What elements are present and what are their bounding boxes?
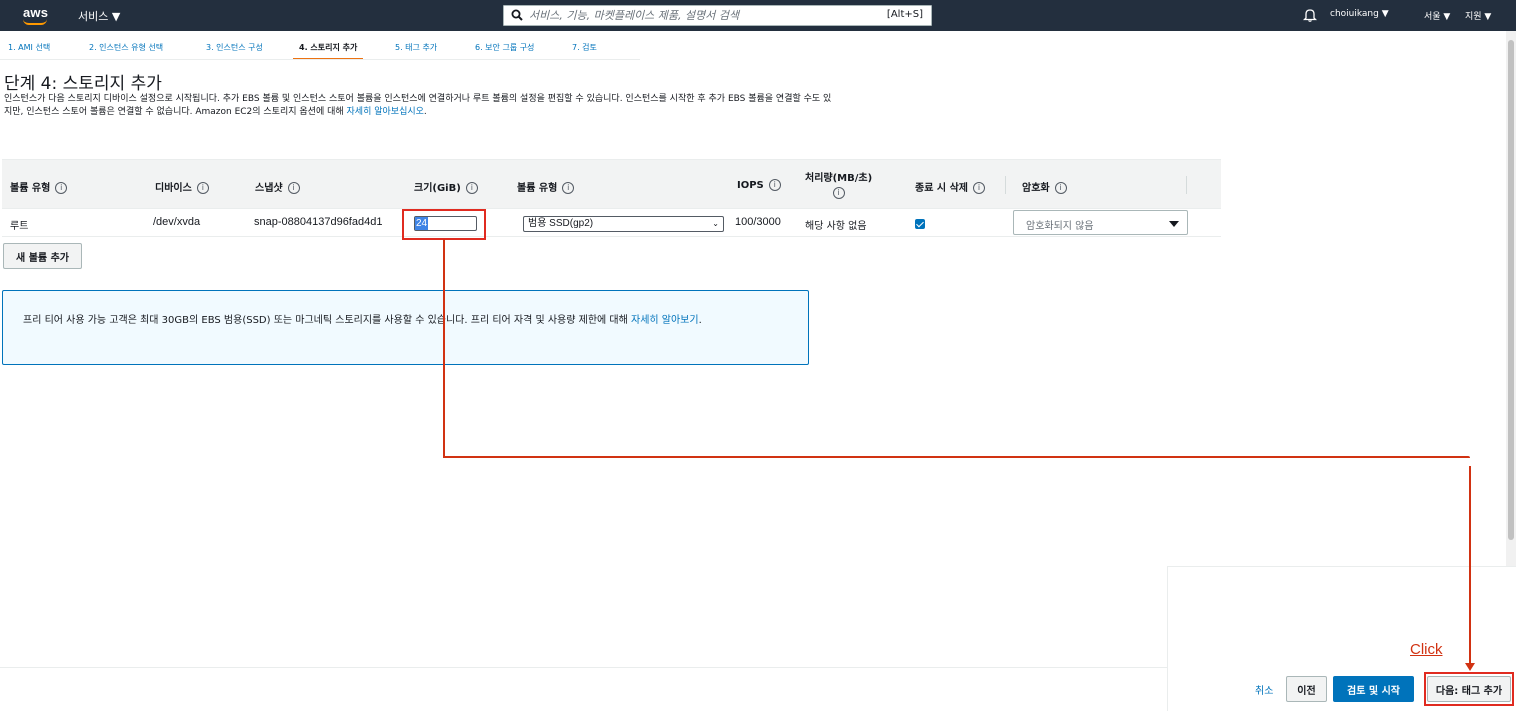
encryption-value: 암호화되지 않음	[1026, 221, 1094, 232]
tab-instance-type[interactable]: 2. 인스턴스 유형 선택	[83, 38, 169, 60]
header-separator	[1005, 176, 1006, 194]
annotation-arrow-icon	[1465, 663, 1475, 671]
tab-ami[interactable]: 1. AMI 선택	[2, 38, 56, 60]
header-label: IOPS	[737, 180, 764, 191]
footer-divider	[0, 667, 1168, 668]
aws-logo[interactable]: aws	[22, 5, 52, 25]
annotation-connector	[443, 456, 1470, 458]
header-label: 처리량(MB/초)	[805, 173, 873, 184]
info-icon[interactable]: i	[465, 182, 478, 194]
annotation-connector	[1469, 466, 1471, 664]
search-input[interactable]	[529, 7, 879, 24]
wizard-divider	[0, 59, 640, 60]
info-icon[interactable]: i	[832, 187, 845, 199]
info-icon[interactable]: i	[768, 179, 781, 191]
header-label: 볼륨 유형	[517, 183, 558, 194]
header-separator	[1186, 176, 1187, 194]
cell-iops: 100/3000	[735, 216, 781, 228]
free-tier-learn-more-link[interactable]: 자세히 알아보기	[631, 315, 699, 326]
bell-icon[interactable]	[1303, 8, 1317, 22]
aws-smile-icon	[23, 19, 47, 25]
header-volume-type: 볼륨 유형 i	[10, 179, 68, 194]
info-icon[interactable]: i	[55, 182, 68, 194]
header-size: 크기(GiB) i	[414, 179, 478, 194]
header-snapshot: 스냅샷 i	[255, 179, 300, 194]
volume-type-value: 범용 SSD(gp2)	[528, 218, 594, 229]
header-device: 디바이스 i	[155, 179, 209, 194]
header-label: 종료 시 삭제	[915, 183, 968, 194]
top-nav: aws 서비스 ▼ [Alt+S] choiuikang ▼ 서울 ▼ 지원 ▼	[0, 0, 1516, 31]
support-menu[interactable]: 지원 ▼	[1465, 9, 1491, 22]
tab-configure[interactable]: 3. 인스턴스 구성	[200, 38, 269, 60]
free-tier-info-text: 프리 티어 사용 가능 고객은 최대 30GB의 EBS 범용(SSD) 또는 …	[23, 313, 793, 328]
previous-button[interactable]: 이전	[1286, 676, 1327, 702]
search-shortcut: [Alt+S]	[886, 9, 923, 20]
tab-storage[interactable]: 4. 스토리지 추가	[293, 38, 364, 60]
learn-more-link[interactable]: 자세히 알아보십시오	[347, 107, 424, 117]
header-label: 볼륨 유형	[10, 183, 51, 194]
info-text-body: 프리 티어 사용 가능 고객은 최대 30GB의 EBS 범용(SSD) 또는 …	[23, 315, 631, 326]
header-label: 스냅샷	[255, 183, 283, 194]
review-and-launch-button[interactable]: 검토 및 시작	[1333, 676, 1414, 702]
table-row: 루트 /dev/xvda snap-08804137d96fad4d1 24 범…	[2, 209, 1221, 237]
cancel-link[interactable]: 취소	[1255, 682, 1273, 697]
header-label: 암호화	[1022, 183, 1050, 194]
header-delete-on-termination: 종료 시 삭제 i	[915, 179, 985, 194]
aws-logo-text: aws	[23, 5, 49, 20]
header-encryption: 암호화 i	[1022, 179, 1067, 194]
header-vol-kind: 볼륨 유형 i	[517, 179, 575, 194]
caret-down-icon	[1169, 221, 1179, 227]
header-label: 디바이스	[155, 183, 192, 194]
tab-security-group[interactable]: 6. 보안 그룹 구성	[469, 38, 540, 60]
info-icon[interactable]: i	[196, 182, 209, 194]
header-throughput: 처리량(MB/초) i	[805, 169, 872, 199]
info-text-suffix: .	[698, 315, 702, 326]
tab-review[interactable]: 7. 검토	[566, 38, 603, 60]
delete-on-termination-checkbox[interactable]	[915, 219, 925, 229]
region-menu[interactable]: 서울 ▼	[1424, 9, 1450, 22]
header-iops: IOPS i	[737, 179, 781, 191]
storage-table-header: 볼륨 유형 i 디바이스 i 스냅샷 i 크기(GiB) i 볼륨 유형 i IOPS i …	[2, 159, 1221, 209]
cell-throughput: 해당 사항 없음	[805, 221, 867, 232]
search-icon	[511, 9, 523, 21]
description-suffix: .	[423, 107, 427, 117]
scrollbar-thumb[interactable]	[1508, 40, 1514, 540]
user-menu[interactable]: choiuikang ▼	[1330, 9, 1389, 19]
cell-volume-type: 루트	[10, 221, 29, 232]
info-icon[interactable]: i	[1054, 182, 1067, 194]
page-title: 단계 4: 스토리지 추가	[4, 74, 162, 94]
volume-type-select[interactable]: 범용 SSD(gp2) ⌄	[523, 216, 724, 232]
tab-tags[interactable]: 5. 태그 추가	[389, 38, 443, 60]
search-box[interactable]: [Alt+S]	[503, 5, 932, 26]
page-description: 인스턴스가 다음 스토리지 디바이스 설정으로 시작됩니다. 추가 EBS 볼륨…	[4, 93, 834, 119]
free-tier-info-box: 프리 티어 사용 가능 고객은 최대 30GB의 EBS 범용(SSD) 또는 …	[2, 290, 809, 365]
add-volume-button[interactable]: 새 볼륨 추가	[3, 243, 82, 269]
info-icon[interactable]: i	[972, 182, 985, 194]
encryption-select[interactable]: 암호화되지 않음	[1013, 210, 1188, 235]
header-label: 크기(GiB)	[414, 183, 461, 194]
services-menu[interactable]: 서비스 ▼	[78, 8, 120, 24]
info-icon[interactable]: i	[287, 182, 300, 194]
cell-snapshot: snap-08804137d96fad4d1	[254, 216, 383, 228]
annotation-connector	[443, 239, 445, 458]
cell-device: /dev/xvda	[153, 216, 201, 228]
info-icon[interactable]: i	[562, 182, 575, 194]
annotation-click-label: Click	[1410, 641, 1443, 658]
annotation-highlight-next	[1424, 672, 1514, 706]
chevron-down-icon: ⌄	[712, 219, 719, 228]
annotation-highlight-size	[402, 209, 486, 240]
